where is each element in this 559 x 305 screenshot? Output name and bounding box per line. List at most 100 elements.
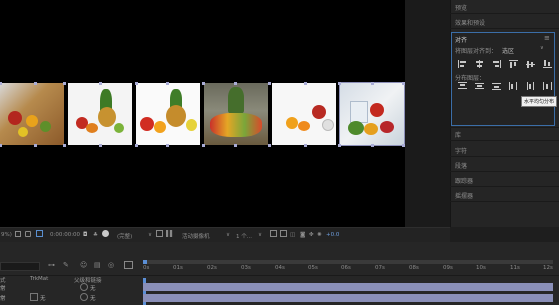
distribute-top-icon[interactable] bbox=[458, 82, 467, 90]
transform-handle[interactable] bbox=[166, 82, 169, 85]
camera-icon[interactable]: ◘ bbox=[83, 232, 87, 238]
snapshot-icon[interactable]: ◙ bbox=[300, 232, 305, 238]
frame-blend-icon[interactable]: ▤ bbox=[94, 261, 101, 269]
trkmat-toggle[interactable] bbox=[30, 293, 38, 301]
shy-icon[interactable]: ☺ bbox=[80, 261, 87, 269]
exposure-value[interactable]: +0.0 bbox=[326, 232, 339, 238]
transform-handle[interactable] bbox=[304, 144, 307, 147]
transform-handle[interactable] bbox=[338, 82, 341, 85]
work-area-start-handle[interactable] bbox=[143, 260, 147, 264]
divider bbox=[450, 156, 559, 157]
transform-handle[interactable] bbox=[34, 144, 37, 147]
color-icon[interactable]: ♣ bbox=[93, 232, 98, 238]
3d-view-icon[interactable] bbox=[280, 230, 287, 237]
graph-editor-icon[interactable] bbox=[124, 261, 133, 269]
menu-icon[interactable]: ≡ bbox=[544, 34, 550, 42]
align-bottom-icon[interactable] bbox=[543, 60, 552, 68]
parent-select[interactable]: 无 bbox=[90, 284, 96, 292]
time-tick: 07s bbox=[375, 265, 385, 271]
panel-preview[interactable]: 预览 bbox=[455, 3, 467, 12]
distribute-horizontal-icon[interactable] bbox=[543, 82, 552, 90]
panel-gutter bbox=[405, 0, 450, 227]
chevron-down-icon[interactable]: ∨ bbox=[226, 232, 230, 238]
transform-handle[interactable] bbox=[234, 82, 237, 85]
timecode[interactable]: 0:00:00:00 bbox=[50, 232, 80, 238]
trkmat-select[interactable]: 无 bbox=[40, 294, 46, 302]
transparency-grid-icon[interactable] bbox=[166, 230, 173, 237]
roi-icon[interactable] bbox=[156, 230, 163, 237]
search-input[interactable] bbox=[0, 262, 40, 271]
panel-effects[interactable]: 效果和预设 bbox=[455, 18, 485, 27]
transform-handle[interactable] bbox=[268, 144, 271, 147]
transform-handle[interactable] bbox=[202, 144, 205, 147]
transform-handle[interactable] bbox=[99, 82, 102, 85]
zoom-select[interactable]: 9%) bbox=[1, 232, 12, 238]
draft-3d-icon[interactable]: ✎ bbox=[63, 261, 69, 269]
work-area-bar[interactable] bbox=[143, 260, 553, 264]
panel-paragraph[interactable]: 段落 bbox=[455, 161, 467, 170]
distribute-center-v-icon[interactable] bbox=[475, 82, 484, 90]
panel-library[interactable]: 库 bbox=[455, 130, 461, 139]
fruit-image-5[interactable] bbox=[272, 83, 336, 145]
flowchart-icon[interactable]: ◫ bbox=[290, 232, 295, 238]
transform-handle[interactable] bbox=[338, 144, 341, 147]
camera-select[interactable]: 活动摄像机 bbox=[182, 232, 210, 240]
time-tick: 12s bbox=[543, 265, 553, 271]
panel-tracker[interactable]: 跟踪器 bbox=[455, 176, 473, 185]
align-center-v-icon[interactable] bbox=[526, 60, 535, 68]
toggle-view-icon[interactable] bbox=[270, 230, 277, 237]
transform-handle[interactable] bbox=[202, 82, 205, 85]
chevron-down-icon[interactable]: ∨ bbox=[258, 232, 262, 238]
transform-handle[interactable] bbox=[304, 82, 307, 85]
align-right-icon[interactable] bbox=[492, 60, 501, 68]
fruit-image-6[interactable] bbox=[339, 82, 405, 146]
comp-flow-icon[interactable]: ⊶ bbox=[48, 261, 55, 269]
parent-select[interactable]: 无 bbox=[90, 294, 96, 302]
panel-wiggler[interactable]: 摇摆器 bbox=[455, 191, 473, 200]
region-icon[interactable] bbox=[36, 230, 43, 237]
transform-handle[interactable] bbox=[0, 82, 2, 85]
channel-icon[interactable] bbox=[102, 230, 109, 237]
parent-column-header: 父级和链接 bbox=[74, 278, 102, 284]
transform-handle[interactable] bbox=[99, 144, 102, 147]
distribute-center-h-icon[interactable] bbox=[526, 82, 535, 90]
transform-handle[interactable] bbox=[371, 144, 374, 147]
layer-track-bar[interactable] bbox=[143, 294, 553, 302]
align-top-icon[interactable] bbox=[509, 60, 518, 68]
fruit-image-3[interactable] bbox=[136, 83, 200, 145]
fruit-image-4[interactable] bbox=[204, 83, 268, 145]
distribute-bottom-icon[interactable] bbox=[492, 82, 501, 90]
grid-icon[interactable] bbox=[15, 231, 21, 237]
layer-mode-select[interactable]: 常 bbox=[0, 284, 6, 292]
views-select[interactable]: 1 个... bbox=[236, 232, 252, 240]
resolution-select[interactable]: (完整) bbox=[117, 232, 132, 240]
exposure-icon[interactable]: ✺ bbox=[317, 232, 322, 238]
align-to-select[interactable]: 选区 bbox=[502, 46, 514, 55]
share-icon[interactable]: ✤ bbox=[309, 232, 314, 238]
transform-handle[interactable] bbox=[63, 82, 66, 85]
transform-handle[interactable] bbox=[63, 144, 66, 147]
transform-handle[interactable] bbox=[135, 144, 138, 147]
motion-blur-icon[interactable]: ◎ bbox=[108, 261, 114, 269]
parent-pickwhip-icon[interactable] bbox=[80, 293, 88, 301]
transform-handle[interactable] bbox=[0, 144, 2, 147]
parent-pickwhip-icon[interactable] bbox=[80, 283, 88, 291]
transform-handle[interactable] bbox=[234, 144, 237, 147]
align-left-icon[interactable] bbox=[458, 60, 467, 68]
mask-icon[interactable] bbox=[25, 231, 31, 237]
fruit-image-1[interactable] bbox=[0, 83, 64, 145]
composition-viewer[interactable] bbox=[0, 0, 405, 227]
chevron-down-icon[interactable]: ∨ bbox=[540, 45, 544, 51]
layer-mode-select[interactable]: 常 bbox=[0, 294, 6, 302]
transform-handle[interactable] bbox=[371, 82, 374, 85]
align-center-h-icon[interactable] bbox=[475, 60, 484, 68]
panel-character[interactable]: 字符 bbox=[455, 146, 467, 155]
fruit-image-2[interactable] bbox=[68, 83, 132, 145]
chevron-down-icon[interactable]: ∨ bbox=[148, 232, 152, 238]
transform-handle[interactable] bbox=[135, 82, 138, 85]
distribute-left-icon[interactable] bbox=[509, 82, 518, 90]
transform-handle[interactable] bbox=[166, 144, 169, 147]
transform-handle[interactable] bbox=[34, 82, 37, 85]
layer-track-bar[interactable] bbox=[143, 283, 553, 291]
transform-handle[interactable] bbox=[268, 82, 271, 85]
